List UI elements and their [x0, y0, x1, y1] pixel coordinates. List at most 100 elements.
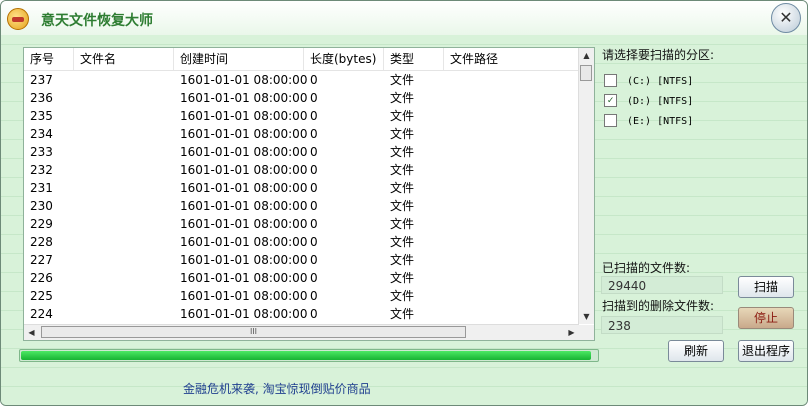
cell-type: 文件	[390, 235, 415, 249]
app-window: 意天文件恢复大师 ✕ 序号 文件名 创建时间 长度(bytes) 类型 文件路径…	[0, 0, 808, 406]
cell-type: 文件	[390, 199, 415, 213]
cell-type: 文件	[390, 127, 415, 141]
cell-length: 0	[310, 289, 318, 303]
table-row[interactable]: 229 1601-01-01 08:00:00 0 文件	[24, 215, 579, 233]
horizontal-scrollbar[interactable]: ◀ III ▶	[24, 324, 579, 340]
scroll-corner	[579, 325, 594, 340]
table-row[interactable]: 234 1601-01-01 08:00:00 0 文件	[24, 125, 579, 143]
scroll-right-icon[interactable]: ▶	[564, 325, 579, 340]
cell-type: 文件	[390, 145, 415, 159]
refresh-button[interactable]: 刷新	[668, 340, 724, 362]
partition-e[interactable]: (E:) [NTFS]	[604, 113, 694, 130]
cell-created: 1601-01-01 08:00:00	[180, 253, 308, 267]
cell-created: 1601-01-01 08:00:00	[180, 91, 308, 105]
column-header-path[interactable]: 文件路径	[444, 48, 579, 70]
vertical-scroll-thumb[interactable]	[580, 65, 592, 81]
cell-created: 1601-01-01 08:00:00	[180, 181, 308, 195]
cell-created: 1601-01-01 08:00:00	[180, 109, 308, 123]
column-header-created[interactable]: 创建时间	[174, 48, 304, 70]
vertical-scrollbar[interactable]: ▲ ▼	[578, 48, 594, 324]
partition-d-checkbox[interactable]: ✓	[604, 93, 617, 107]
cell-index: 224	[30, 307, 53, 321]
cell-index: 229	[30, 217, 53, 231]
cell-created: 1601-01-01 08:00:00	[180, 73, 308, 87]
table-row[interactable]: 225 1601-01-01 08:00:00 0 文件	[24, 287, 579, 305]
scan-progress-fill	[21, 351, 591, 360]
cell-index: 227	[30, 253, 53, 267]
table-row[interactable]: 230 1601-01-01 08:00:00 0 文件	[24, 197, 579, 215]
scroll-left-icon[interactable]: ◀	[24, 325, 39, 340]
column-header-filename[interactable]: 文件名	[74, 48, 174, 70]
cell-index: 226	[30, 271, 53, 285]
table-row[interactable]: 235 1601-01-01 08:00:00 0 文件	[24, 107, 579, 125]
cell-length: 0	[310, 199, 318, 213]
close-button[interactable]: ✕	[771, 3, 801, 33]
cell-type: 文件	[390, 109, 415, 123]
table-row[interactable]: 228 1601-01-01 08:00:00 0 文件	[24, 233, 579, 251]
cell-created: 1601-01-01 08:00:00	[180, 271, 308, 285]
cell-index: 237	[30, 73, 53, 87]
cell-type: 文件	[390, 253, 415, 267]
cell-type: 文件	[390, 307, 415, 321]
partition-e-label: (E:) [NTFS]	[627, 116, 694, 127]
partition-c-label: (C:) [NTFS]	[627, 76, 694, 87]
deleted-count-value: 238	[601, 316, 723, 334]
cell-length: 0	[310, 217, 318, 231]
cell-created: 1601-01-01 08:00:00	[180, 145, 308, 159]
cell-type: 文件	[390, 217, 415, 231]
table-row[interactable]: 232 1601-01-01 08:00:00 0 文件	[24, 161, 579, 179]
table-row[interactable]: 224 1601-01-01 08:00:00 0 文件	[24, 305, 579, 321]
partition-c-checkbox[interactable]	[604, 73, 617, 87]
cell-length: 0	[310, 145, 318, 159]
cell-type: 文件	[390, 181, 415, 195]
ad-link[interactable]: 金融危机来袭, 淘宝惊现倒贴价商品	[183, 380, 371, 397]
window-title: 意天文件恢复大师	[41, 13, 153, 29]
cell-index: 230	[30, 199, 53, 213]
table-row[interactable]: 233 1601-01-01 08:00:00 0 文件	[24, 143, 579, 161]
partition-d[interactable]: ✓ (D:) [NTFS]	[604, 93, 694, 110]
cell-length: 0	[310, 127, 318, 141]
horizontal-scroll-thumb[interactable]: III	[41, 326, 466, 338]
table-row[interactable]: 226 1601-01-01 08:00:00 0 文件	[24, 269, 579, 287]
exit-button[interactable]: 退出程序	[738, 340, 794, 362]
partition-c[interactable]: (C:) [NTFS]	[604, 73, 694, 90]
stop-button[interactable]: 停止	[738, 307, 794, 329]
column-header-index[interactable]: 序号	[24, 48, 74, 70]
cell-length: 0	[310, 163, 318, 177]
cell-created: 1601-01-01 08:00:00	[180, 235, 308, 249]
cell-created: 1601-01-01 08:00:00	[180, 127, 308, 141]
file-list-rows: 237 1601-01-01 08:00:00 0 文件 236 1601-01-01 0…	[24, 71, 579, 321]
column-header-length[interactable]: 长度(bytes)	[304, 48, 384, 70]
partition-label: 请选择要扫描的分区:	[602, 48, 715, 62]
table-row[interactable]: 236 1601-01-01 08:00:00 0 文件	[24, 89, 579, 107]
file-list-header: 序号 文件名 创建时间 长度(bytes) 类型 文件路径	[24, 48, 579, 71]
cell-length: 0	[310, 181, 318, 195]
cell-created: 1601-01-01 08:00:00	[180, 307, 308, 321]
column-header-type[interactable]: 类型	[384, 48, 444, 70]
cell-index: 233	[30, 145, 53, 159]
scan-button[interactable]: 扫描	[738, 276, 794, 298]
cell-length: 0	[310, 73, 318, 87]
cell-index: 232	[30, 163, 53, 177]
partition-d-label: (D:) [NTFS]	[627, 96, 694, 107]
cell-created: 1601-01-01 08:00:00	[180, 199, 308, 213]
table-row[interactable]: 237 1601-01-01 08:00:00 0 文件	[24, 71, 579, 89]
cell-created: 1601-01-01 08:00:00	[180, 163, 308, 177]
cell-index: 231	[30, 181, 53, 195]
table-row[interactable]: 227 1601-01-01 08:00:00 0 文件	[24, 251, 579, 269]
scroll-down-icon[interactable]: ▼	[579, 309, 594, 324]
scanned-count-label: 已扫描的文件数:	[602, 261, 691, 275]
cell-length: 0	[310, 253, 318, 267]
cell-created: 1601-01-01 08:00:00	[180, 217, 308, 231]
scanned-count-value: 29440	[601, 276, 723, 294]
cell-index: 228	[30, 235, 53, 249]
partition-e-checkbox[interactable]	[604, 113, 617, 127]
table-row[interactable]: 231 1601-01-01 08:00:00 0 文件	[24, 179, 579, 197]
cell-index: 234	[30, 127, 53, 141]
file-list[interactable]: 序号 文件名 创建时间 长度(bytes) 类型 文件路径 237 1601-01…	[23, 47, 595, 341]
cell-type: 文件	[390, 73, 415, 87]
scroll-up-icon[interactable]: ▲	[579, 48, 594, 63]
cell-created: 1601-01-01 08:00:00	[180, 289, 308, 303]
cell-length: 0	[310, 271, 318, 285]
cell-length: 0	[310, 235, 318, 249]
